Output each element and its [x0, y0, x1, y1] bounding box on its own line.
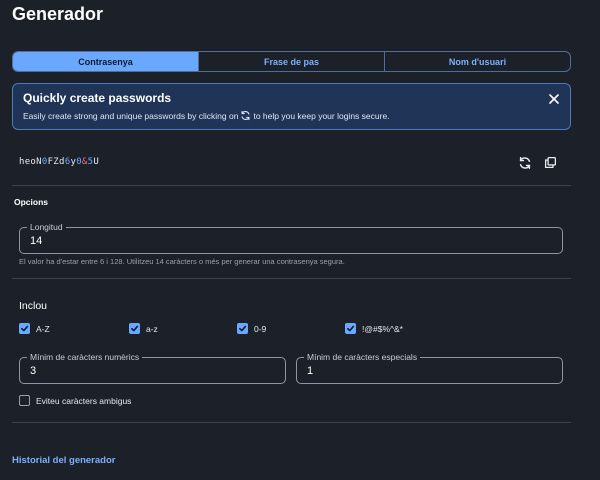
info-banner: Quickly create passwords Easily create s… — [12, 83, 571, 130]
length-value[interactable]: 14 — [30, 235, 42, 247]
divider — [12, 422, 571, 423]
checkbox-label: 0-9 — [254, 323, 267, 334]
generated-password: heoN0FZd6y0&5U — [19, 157, 99, 167]
tab-password[interactable]: Contrasenya — [13, 52, 198, 71]
min-numbers-field[interactable]: Mínim de caràcters numèrics 3 — [19, 352, 286, 384]
banner-text-before: Easily create strong and unique password… — [23, 110, 239, 121]
checkbox-lowercase[interactable]: a-z — [129, 323, 158, 334]
checkbox-label: !@#$%^&* — [362, 323, 403, 334]
copy-icon[interactable] — [544, 156, 558, 170]
include-heading: Inclou — [19, 300, 48, 312]
tab-username[interactable]: Nom d'usuari — [384, 52, 570, 71]
min-numbers-label: Mínim de caràcters numèrics — [27, 352, 143, 362]
options-heading: Opcions — [14, 197, 49, 207]
regenerate-icon[interactable] — [518, 156, 532, 170]
checkbox-checked-icon[interactable] — [129, 323, 140, 334]
generator-history-link[interactable]: Historial del generador — [12, 455, 115, 466]
regenerate-icon — [240, 110, 251, 121]
checkbox-checked-icon[interactable] — [19, 323, 30, 334]
banner-text-after: to help you keep your logins secure. — [253, 110, 390, 121]
min-special-value[interactable]: 1 — [307, 365, 313, 377]
banner-text: Easily create strong and unique password… — [23, 110, 390, 121]
checkbox-unchecked-icon[interactable] — [19, 395, 30, 406]
length-label: Longitud — [27, 222, 66, 232]
checkbox-numbers[interactable]: 0-9 — [237, 323, 266, 334]
checkbox-uppercase[interactable]: A-Z — [19, 323, 50, 334]
min-special-field[interactable]: Mínim de caràcters especials 1 — [296, 352, 563, 384]
checkbox-special[interactable]: !@#$%^&* — [345, 323, 403, 334]
password-char-letter: U — [93, 157, 100, 167]
checkbox-label: a-z — [146, 323, 158, 334]
tab-passphrase[interactable]: Frase de pas — [198, 52, 384, 71]
password-char-letter: heoN — [19, 157, 42, 167]
checkbox-checked-icon[interactable] — [237, 323, 248, 334]
page-title: Generador — [12, 4, 104, 24]
password-char-letter: FZd — [47, 157, 65, 167]
min-numbers-value[interactable]: 3 — [30, 365, 36, 377]
checkbox-label: A-Z — [36, 323, 50, 334]
length-hint: El valor ha d'estar entre 6 i 128. Utili… — [19, 257, 345, 266]
min-special-label: Mínim de caràcters especials — [304, 352, 421, 362]
checkbox-checked-icon[interactable] — [345, 323, 356, 334]
length-field[interactable]: Longitud 14 — [19, 222, 563, 254]
checkbox-avoid-ambiguous[interactable]: Eviteu caràcters ambigus — [19, 395, 131, 406]
generator-type-tabs: Contrasenya Frase de pas Nom d'usuari — [12, 51, 571, 72]
divider — [12, 185, 571, 186]
close-icon[interactable] — [548, 92, 560, 104]
divider — [12, 278, 571, 279]
banner-title: Quickly create passwords — [23, 91, 172, 105]
checkbox-label: Eviteu caràcters ambigus — [36, 395, 132, 406]
